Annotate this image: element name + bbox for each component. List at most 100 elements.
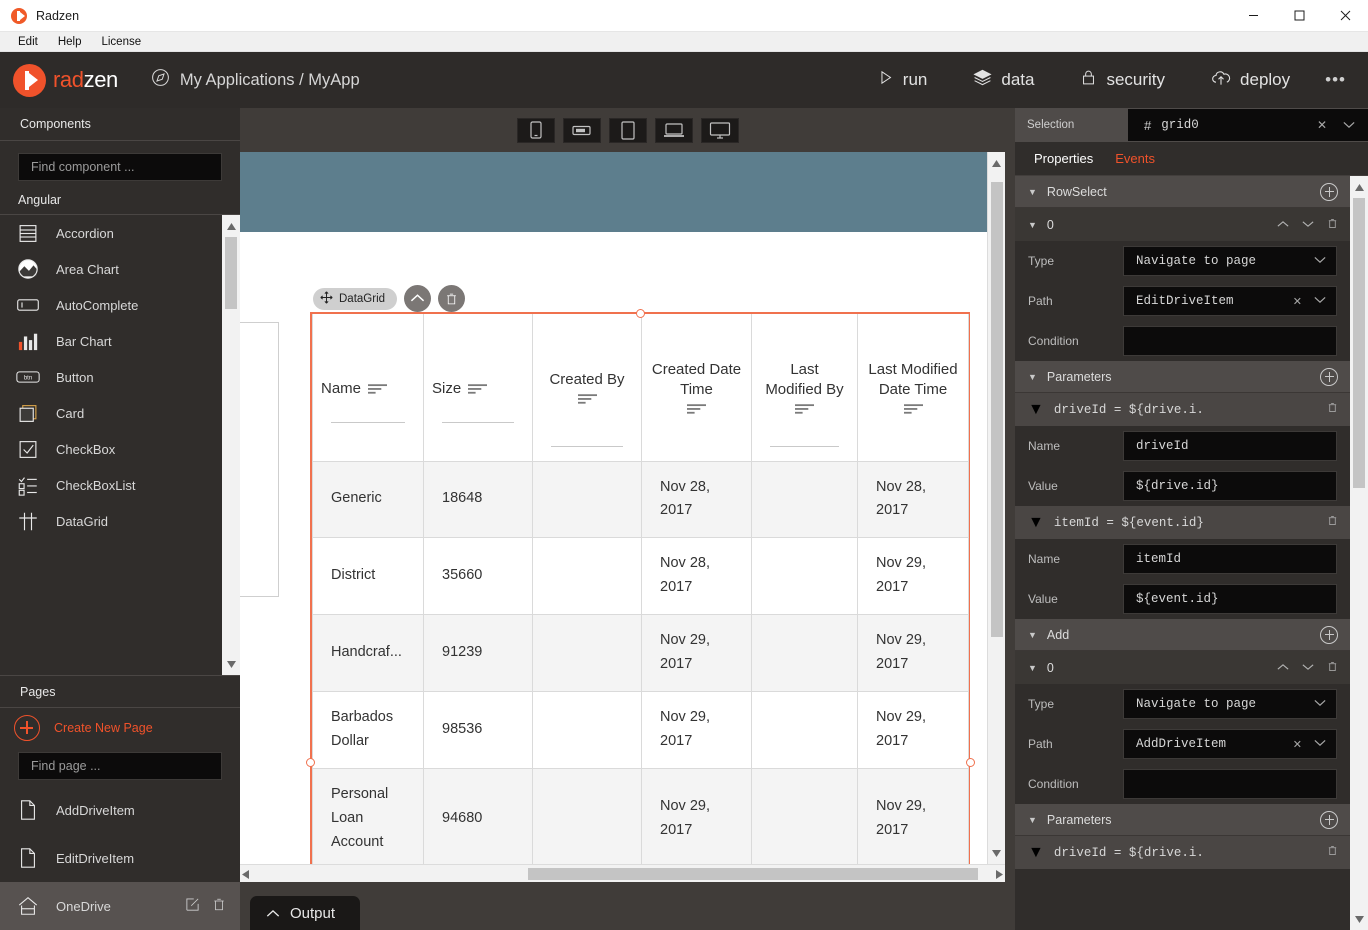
scroll-down-icon[interactable] (1350, 910, 1368, 928)
column-filter-underline[interactable] (331, 421, 405, 423)
minimize-icon[interactable] (1230, 0, 1276, 32)
caret-down-icon[interactable]: ▼ (1028, 514, 1044, 532)
trash-icon[interactable] (1327, 844, 1338, 862)
scrollbar-thumb[interactable] (991, 182, 1003, 637)
page-item-adddriveitem[interactable]: AddDriveItem (0, 786, 240, 834)
move-up-icon[interactable] (1277, 662, 1289, 674)
table-row[interactable]: Generic 18648 Nov 28, 2017 Nov 28, 2017 (312, 460, 969, 539)
selection-field[interactable]: # grid0 ✕ (1128, 109, 1368, 141)
component-item-card[interactable]: Card (0, 395, 240, 431)
chevron-down-icon[interactable] (1312, 295, 1328, 307)
scroll-down-icon[interactable] (988, 844, 1005, 862)
canvas-vertical-scrollbar[interactable] (987, 152, 1005, 864)
move-icon[interactable] (320, 290, 333, 307)
scrollbar-thumb[interactable] (225, 237, 237, 309)
param-value-input[interactable]: ${drive.id} (1123, 471, 1337, 501)
create-new-page-button[interactable]: Create New Page (0, 708, 240, 748)
chevron-down-icon[interactable] (1312, 738, 1328, 750)
column-filter-underline[interactable] (442, 421, 514, 423)
trash-icon[interactable] (1327, 217, 1338, 233)
scroll-up-icon[interactable] (988, 154, 1005, 172)
component-item-area-chart[interactable]: Area Chart (0, 251, 240, 287)
resize-handle-top-right[interactable] (636, 309, 645, 318)
handler-index-header-0[interactable]: ▼ 0 (1015, 208, 1350, 241)
properties-scrollbar[interactable] (1350, 176, 1368, 930)
page-item-editdriveitem[interactable]: EditDriveItem (0, 834, 240, 882)
table-row[interactable]: Personal Loan Account 94680 Nov 29, 2017… (312, 767, 969, 864)
desktop-icon[interactable] (700, 117, 739, 143)
laptop-icon[interactable] (654, 117, 693, 143)
tablet-icon[interactable] (608, 117, 647, 143)
chevron-down-icon[interactable] (1312, 698, 1328, 710)
caret-down-icon[interactable]: ▼ (1028, 220, 1037, 230)
clear-selection-icon[interactable]: ✕ (1314, 118, 1330, 132)
section-header-parameters-add[interactable]: ▼ Parameters (1015, 804, 1350, 836)
section-header-rowselect[interactable]: ▼ RowSelect (1015, 176, 1350, 208)
maximize-icon[interactable] (1276, 0, 1322, 32)
edit-icon[interactable] (185, 897, 200, 915)
param-name-input[interactable]: itemId (1123, 544, 1337, 574)
more-options-icon[interactable]: ••• (1313, 70, 1368, 90)
column-header-created-by[interactable]: Created By (532, 314, 642, 462)
move-up-icon[interactable] (1277, 219, 1289, 231)
datagrid-badge[interactable]: DataGrid (313, 287, 398, 310)
column-filter-underline[interactable] (551, 445, 623, 447)
type-dropdown[interactable]: Navigate to page (1123, 689, 1337, 719)
scroll-up-icon[interactable] (222, 217, 240, 235)
column-header-name[interactable]: Name (312, 314, 424, 462)
chevron-down-icon[interactable] (1340, 118, 1358, 132)
scrollbar-thumb[interactable] (528, 868, 978, 880)
design-canvas[interactable]: DataGrid Name Size Created By Created Da… (240, 152, 1005, 864)
handler-index-header-0-add[interactable]: ▼ 0 (1015, 651, 1350, 684)
tab-events[interactable]: Events (1115, 151, 1155, 166)
table-row[interactable]: Handcraf... 91239 Nov 29, 2017 Nov 29, 2… (312, 614, 969, 693)
caret-down-icon[interactable]: ▼ (1028, 187, 1037, 197)
move-down-icon[interactable] (1302, 662, 1314, 674)
section-header-add[interactable]: ▼ Add (1015, 619, 1350, 651)
parameter-header-driveid[interactable]: ▼ driveId = ${drive.i. (1015, 393, 1350, 426)
condition-input[interactable] (1123, 769, 1337, 799)
move-down-icon[interactable] (1302, 219, 1314, 231)
caret-down-icon[interactable]: ▼ (1028, 372, 1037, 382)
trash-icon[interactable] (1327, 401, 1338, 419)
column-header-size[interactable]: Size (423, 314, 533, 462)
find-component-input[interactable] (19, 154, 221, 180)
resize-handle-left[interactable] (306, 758, 315, 767)
component-item-accordion[interactable]: Accordion (0, 215, 240, 251)
condition-input[interactable] (1123, 326, 1337, 356)
column-header-last-modified-date-time[interactable]: Last Modified Date Time (857, 314, 969, 462)
radzen-logo[interactable]: radzen (13, 63, 118, 97)
column-header-created-date-time[interactable]: Created Date Time (641, 314, 752, 462)
data-button[interactable]: data (950, 68, 1057, 92)
phone-landscape-icon[interactable] (562, 117, 601, 143)
security-button[interactable]: security (1057, 69, 1188, 91)
component-item-checkbox[interactable]: CheckBox (0, 431, 240, 467)
column-filter-underline[interactable] (770, 445, 839, 447)
chevron-down-icon[interactable] (1312, 255, 1328, 267)
scroll-up-icon[interactable] (1350, 178, 1368, 196)
table-row[interactable]: Barbados Dollar 98536 Nov 29, 2017 Nov 2… (312, 691, 969, 769)
resize-handle-right[interactable] (966, 758, 975, 767)
trash-icon[interactable] (212, 897, 226, 915)
caret-down-icon[interactable]: ▼ (1028, 630, 1037, 640)
deploy-button[interactable]: deploy (1188, 68, 1313, 93)
add-handler-icon[interactable] (1320, 182, 1338, 201)
scrollbar-thumb[interactable] (1353, 198, 1365, 488)
type-dropdown[interactable]: Navigate to page (1123, 246, 1337, 276)
collapse-parent-button[interactable] (404, 285, 432, 312)
caret-down-icon[interactable]: ▼ (1028, 663, 1037, 673)
sort-icon[interactable] (368, 382, 388, 399)
menu-item-edit[interactable]: Edit (8, 34, 48, 50)
parameter-header-driveid-add[interactable]: ▼ driveId = ${drive.i. (1015, 836, 1350, 869)
run-button[interactable]: run (854, 69, 951, 91)
sort-icon[interactable] (687, 402, 706, 419)
menu-item-license[interactable]: License (91, 34, 151, 50)
component-item-button[interactable]: btn Button (0, 359, 240, 395)
close-icon[interactable] (1322, 0, 1368, 32)
param-name-input[interactable]: driveId (1123, 431, 1337, 461)
clear-icon[interactable]: ✕ (1291, 295, 1304, 308)
output-tab[interactable]: Output (250, 896, 360, 930)
add-parameter-icon[interactable] (1320, 367, 1338, 386)
trash-icon[interactable] (1327, 660, 1338, 676)
table-row[interactable]: District 35660 Nov 28, 2017 Nov 29, 2017 (312, 537, 969, 616)
